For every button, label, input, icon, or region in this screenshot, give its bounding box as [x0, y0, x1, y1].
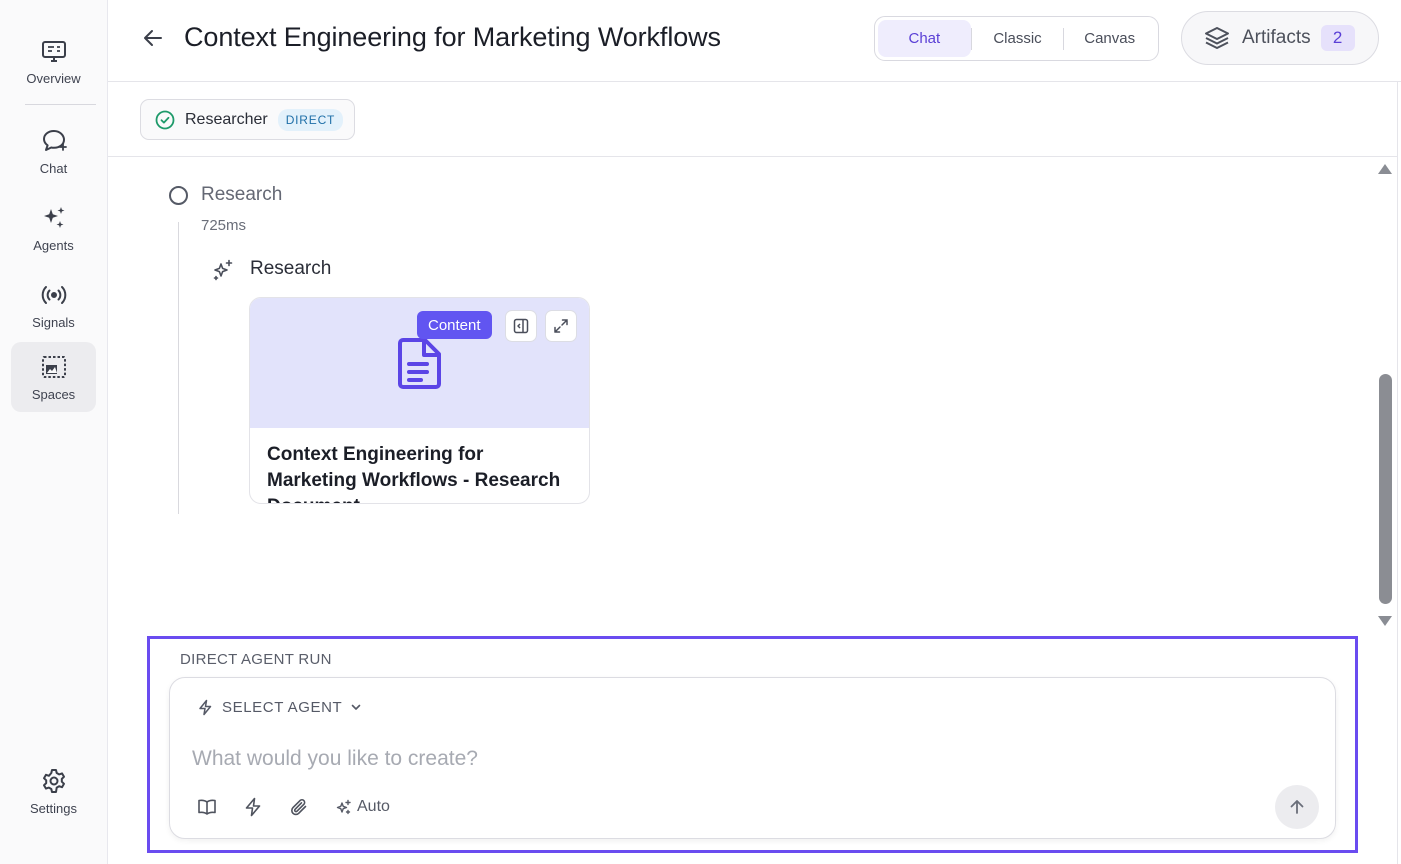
attach-button[interactable] [287, 795, 311, 819]
composer-section-label: DIRECT AGENT RUN [180, 651, 332, 668]
nav-item-overview[interactable]: Overview [11, 26, 96, 96]
back-button[interactable] [140, 24, 166, 52]
nav-item-label: Settings [30, 800, 77, 816]
left-navigation: Overview Chat Agents Signals Spaces Sett… [0, 0, 108, 864]
gear-icon [42, 768, 65, 793]
artifact-thumbnail: Content [250, 298, 589, 428]
knowledge-button[interactable] [195, 795, 219, 819]
sparkles-icon [336, 799, 351, 814]
substep-title: Research [250, 258, 332, 279]
scroll-up-arrow[interactable] [1378, 164, 1392, 174]
prompt-input[interactable] [192, 742, 1252, 776]
nav-item-label: Spaces [31, 386, 76, 402]
sparkles-icon [43, 206, 64, 228]
artifacts-button[interactable]: Artifacts 2 [1181, 11, 1379, 65]
page-title: Context Engineering for Marketing Workfl… [184, 22, 721, 52]
layers-icon [1205, 27, 1229, 49]
nav-item-settings[interactable]: Settings [11, 756, 96, 826]
artifact-card[interactable]: Content Context Engineering for Marketin… [249, 297, 590, 504]
book-open-icon [198, 799, 216, 815]
monitor-icon [41, 40, 66, 62]
arrow-up-icon [1290, 800, 1304, 814]
artifact-title: Context Engineering for Marketing Workfl… [267, 444, 561, 503]
view-tab-canvas[interactable]: Canvas [1064, 20, 1155, 57]
auto-label: Auto [357, 798, 390, 815]
send-button[interactable] [1275, 785, 1319, 829]
open-side-panel-button[interactable] [505, 310, 537, 342]
broadcast-icon [41, 285, 66, 304]
step-title[interactable]: Research [201, 184, 282, 206]
nav-item-label: Signals [32, 314, 75, 330]
bolt-icon [199, 699, 212, 715]
paperclip-icon [291, 799, 307, 816]
check-circle-icon [155, 110, 175, 129]
select-agent-dropdown[interactable]: SELECT AGENT [197, 696, 362, 718]
nav-item-chat[interactable]: Chat [11, 116, 96, 186]
step-status-circle [169, 186, 188, 205]
expand-button[interactable] [545, 310, 577, 342]
view-tab-classic[interactable]: Classic [972, 20, 1064, 57]
scrollbar-thumb[interactable] [1379, 374, 1392, 604]
nav-item-signals[interactable]: Signals [11, 270, 96, 340]
scroll-down-arrow[interactable] [1378, 616, 1392, 626]
select-agent-label: SELECT AGENT [222, 698, 343, 716]
agent-chip-researcher[interactable]: Researcher DIRECT [140, 99, 355, 140]
agent-mode-badge: DIRECT [277, 108, 344, 131]
tree-connector [178, 222, 179, 514]
bolt-icon [245, 797, 261, 817]
spaces-icon [41, 355, 66, 378]
sparkles-icon [213, 259, 233, 281]
view-tab-chat[interactable]: Chat [878, 20, 971, 57]
auto-mode-button[interactable]: Auto [335, 796, 390, 818]
step-duration: 725ms [201, 217, 247, 234]
view-toggle: Chat Classic Canvas [874, 16, 1159, 61]
nav-divider [25, 104, 96, 105]
expand-icon [554, 319, 568, 333]
chevron-down-icon [351, 704, 361, 710]
nav-item-label: Agents [33, 237, 74, 253]
actions-button[interactable] [241, 795, 265, 819]
artifacts-count-badge: 2 [1320, 25, 1355, 51]
divider [1397, 82, 1398, 864]
nav-item-label: Overview [26, 70, 81, 86]
side-panel-icon [513, 318, 529, 334]
agent-chip-bar: Researcher DIRECT [108, 82, 1398, 157]
arrow-left-icon [144, 30, 162, 46]
nav-item-spaces[interactable]: Spaces [11, 342, 96, 412]
page-header: Context Engineering for Marketing Workfl… [108, 0, 1401, 82]
agent-name: Researcher [185, 110, 268, 128]
content-type-tag: Content [417, 311, 492, 339]
nav-item-agents[interactable]: Agents [11, 193, 96, 263]
document-icon [398, 338, 441, 389]
artifacts-label: Artifacts [1242, 27, 1311, 48]
nav-item-label: Chat [39, 160, 68, 176]
chat-bubble-icon [42, 129, 67, 151]
